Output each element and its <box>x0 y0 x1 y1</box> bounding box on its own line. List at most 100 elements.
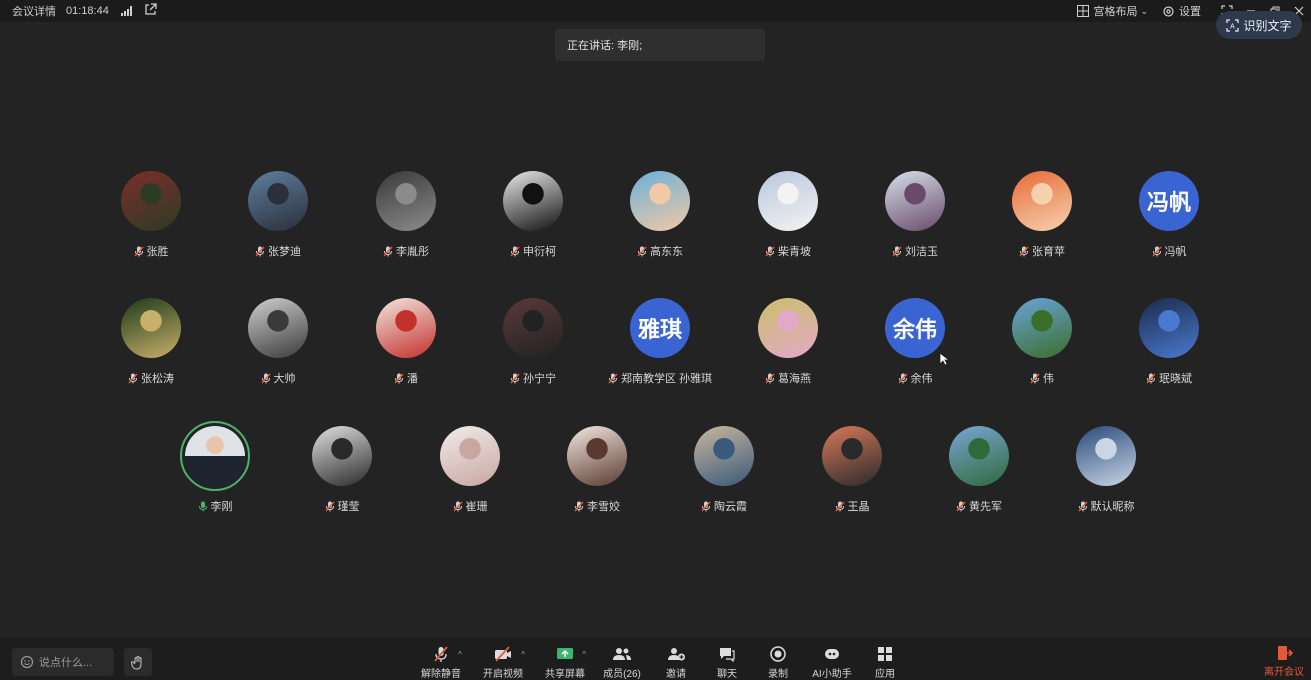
ocr-button[interactable]: A 识别文字 <box>1216 11 1302 39</box>
elapsed-time: 01:18:44 <box>66 5 109 17</box>
participant-tile[interactable]: 李雪姣 <box>532 426 662 518</box>
participant-name-row: 珉晓斌 <box>1104 370 1234 386</box>
mic-muted-icon <box>510 373 520 383</box>
participant-tile[interactable]: 张胜 <box>86 171 216 263</box>
participant-name-row: 刘洁玉 <box>850 243 980 259</box>
chat-label: 聊天 <box>717 669 737 680</box>
participant-tile[interactable]: 张松涛 <box>86 298 216 390</box>
participant-name: 刘洁玉 <box>905 246 938 258</box>
participant-tile[interactable]: 孙宁宁 <box>468 298 598 390</box>
participant-name: 默认昵称 <box>1090 501 1135 513</box>
participant-tile[interactable]: 李胤彤 <box>341 171 471 263</box>
share-screen-button[interactable]: ^ 共享屏幕 <box>534 644 596 680</box>
ai-robot-icon <box>825 649 839 659</box>
chevron-up-icon[interactable]: ^ <box>521 650 525 659</box>
apps-button[interactable]: 应用 <box>854 644 916 680</box>
participant-tile[interactable]: 珉晓斌 <box>1104 298 1234 390</box>
participant-avatar-photo <box>376 298 436 358</box>
participant-name: 瑾莹 <box>337 501 360 513</box>
participant-tile[interactable]: 瑾莹 <box>277 426 407 518</box>
text-recognition-icon: A <box>1226 18 1240 32</box>
participant-tile[interactable]: 陶云霞 <box>659 426 789 518</box>
participant-name-row: 崔珊 <box>405 498 535 514</box>
participant-name-row: 申衍柯 <box>468 243 598 259</box>
record-label: 录制 <box>768 669 788 680</box>
participant-name-row: 高东东 <box>595 243 725 259</box>
settings-label: 设置 <box>1179 6 1201 18</box>
participant-tile[interactable]: 刘洁玉 <box>850 171 980 263</box>
participant-name-row: 孙宁宁 <box>468 370 598 386</box>
mic-muted-icon <box>701 501 711 511</box>
leave-meeting-label: 离开会议 <box>1264 667 1304 678</box>
quick-chat-input[interactable]: 说点什么... <box>12 648 114 676</box>
share-link-icon[interactable] <box>144 3 157 19</box>
participant-tile[interactable]: 柴青坡 <box>723 171 853 263</box>
participant-name-row: 瑾莹 <box>277 498 407 514</box>
record-button[interactable]: 录制 <box>747 644 809 680</box>
participant-name-row: 王晶 <box>787 498 917 514</box>
meeting-details-link[interactable]: 会议详情 <box>12 3 56 19</box>
camera-off-icon <box>495 646 511 662</box>
layout-menu-button[interactable]: 宫格布局 ⌄ <box>1077 3 1148 19</box>
participant-tile[interactable]: 崔珊 <box>405 426 535 518</box>
mic-active-icon <box>198 501 207 511</box>
participant-avatar-photo <box>248 171 308 231</box>
participant-name: 冯帆 <box>1164 246 1187 258</box>
participant-tile[interactable]: 默认昵称 <box>1041 426 1171 518</box>
participant-avatar-photo <box>822 426 882 486</box>
participant-tile[interactable]: 冯帆 冯帆 <box>1104 171 1234 263</box>
apps-grid-icon <box>878 647 892 661</box>
participant-name: 李刚 <box>210 501 233 513</box>
participant-tile[interactable]: 伟 <box>977 298 1107 390</box>
participant-avatar-photo <box>1012 298 1072 358</box>
participant-name-row: 张梦迪 <box>213 243 343 259</box>
record-icon <box>770 646 786 662</box>
start-video-button[interactable]: ^ 开启视频 <box>472 644 534 680</box>
settings-button[interactable]: 设置 <box>1162 3 1201 19</box>
mic-muted-icon <box>255 246 265 256</box>
mic-muted-icon <box>394 373 404 383</box>
leave-meeting-button[interactable]: 离开会议 <box>1260 644 1308 680</box>
participant-name: 伟 <box>1043 373 1054 385</box>
participant-tile[interactable]: 余伟 余伟 <box>850 298 980 390</box>
chevron-up-icon[interactable]: ^ <box>582 650 586 659</box>
mic-muted-icon <box>1146 373 1156 383</box>
participant-tile[interactable]: 李刚 <box>150 421 280 518</box>
participant-tile[interactable]: 黄先军 <box>914 426 1044 518</box>
mic-muted-icon <box>1077 501 1088 511</box>
participant-name: 黄先军 <box>969 501 1002 513</box>
active-speaker-banner: 正在讲话: 李刚; <box>555 29 765 61</box>
participant-name: 李胤彤 <box>396 246 429 258</box>
participant-tile[interactable]: 潘 <box>341 298 471 390</box>
participant-tile[interactable]: 高东东 <box>595 171 725 263</box>
mic-muted-icon <box>765 246 775 256</box>
mic-muted-icon <box>574 501 584 511</box>
participant-name: 张胜 <box>146 246 169 258</box>
members-button[interactable]: 成员(26) <box>591 644 653 680</box>
signal-strength-icon[interactable] <box>120 6 132 16</box>
participant-name-row: 张松涛 <box>86 370 216 386</box>
participant-avatar-photo <box>312 426 372 486</box>
participant-name: 申衍柯 <box>523 246 556 258</box>
ai-assistant-label: AI小助手 <box>812 669 852 680</box>
participant-avatar-photo <box>567 426 627 486</box>
participant-tile[interactable]: 王晶 <box>787 426 917 518</box>
mic-muted-icon <box>324 501 335 511</box>
unmute-button[interactable]: ^ 解除静音 <box>410 644 472 680</box>
participant-tile[interactable]: 雅琪 郑南教学区 孙雅琪 <box>595 298 725 390</box>
chevron-up-icon[interactable]: ^ <box>458 650 462 659</box>
raise-hand-button[interactable] <box>124 648 152 676</box>
participant-name-row: 李雪姣 <box>532 498 662 514</box>
participant-avatar-photo <box>121 171 181 231</box>
add-user-icon <box>668 648 685 661</box>
participant-tile[interactable]: 葛海燕 <box>723 298 853 390</box>
grid-icon <box>1077 5 1090 17</box>
ocr-label: 识别文字 <box>1243 18 1292 33</box>
participant-tile[interactable]: 张育苹 <box>977 171 1107 263</box>
mic-muted-icon <box>1151 246 1162 256</box>
participant-tile[interactable]: 张梦迪 <box>213 171 343 263</box>
participant-tile[interactable]: 大帅 <box>213 298 343 390</box>
participant-tile[interactable]: 申衍柯 <box>468 171 598 263</box>
participant-avatar-photo <box>1076 426 1136 486</box>
participant-name-row: 余伟 <box>850 370 980 386</box>
